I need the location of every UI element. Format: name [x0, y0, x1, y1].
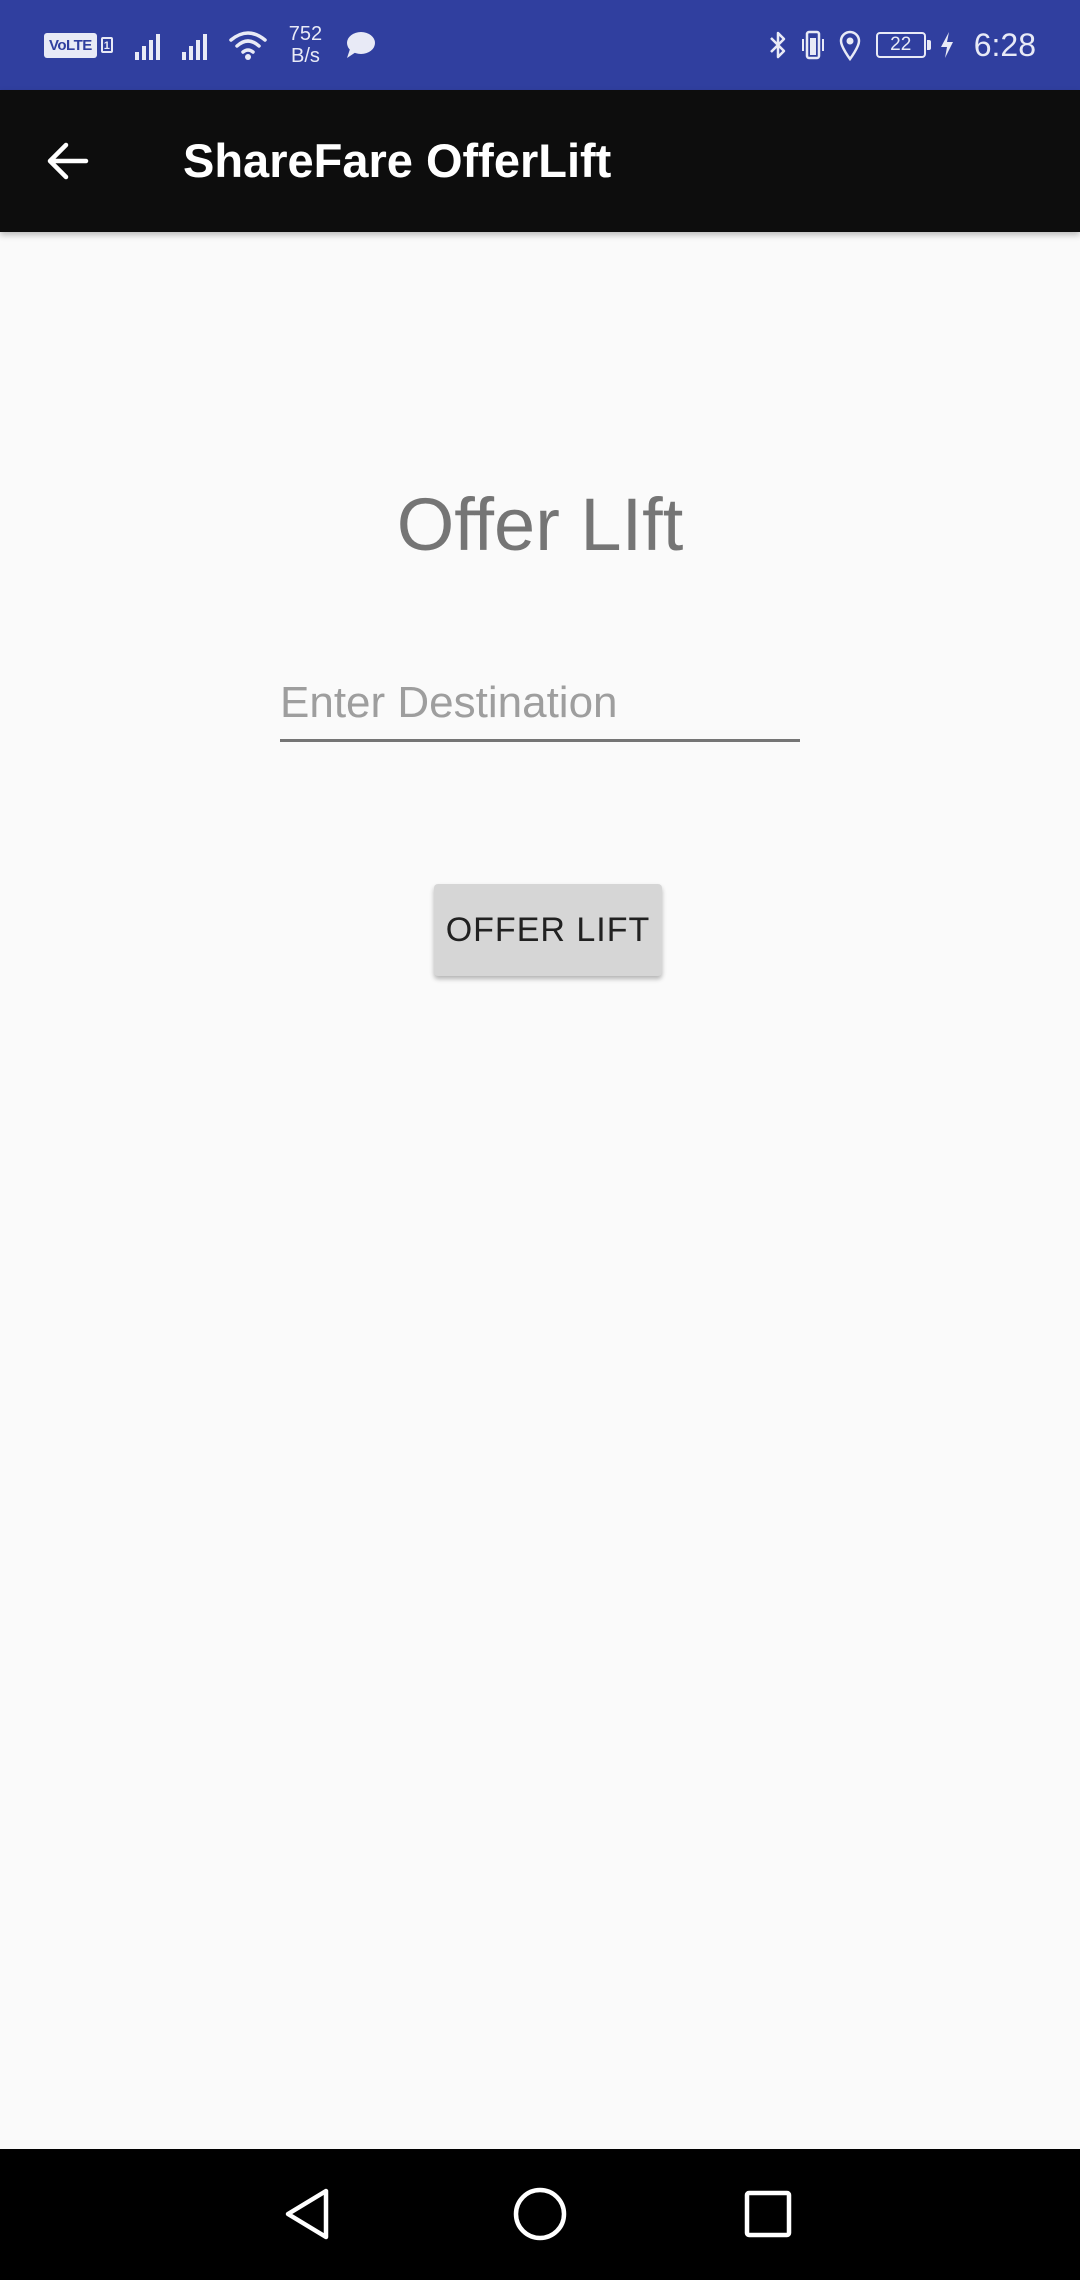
status-time: 6:28 — [973, 26, 1036, 63]
home-circle-icon — [513, 2187, 567, 2241]
recents-square-icon — [744, 2190, 792, 2238]
location-icon — [839, 30, 860, 61]
volte-icon: VoLTE 1 — [44, 32, 113, 58]
status-bar-right: 22 6:28 — [768, 0, 1036, 90]
app-bar: ShareFare OfferLift — [0, 90, 1080, 232]
nav-back-button[interactable] — [268, 2174, 348, 2254]
back-button[interactable] — [28, 121, 108, 201]
app-title: ShareFare OfferLift — [183, 134, 612, 187]
charging-icon — [940, 32, 953, 58]
message-icon — [347, 32, 376, 58]
bluetooth-icon — [769, 31, 785, 59]
back-triangle-icon — [285, 2188, 329, 2240]
status-bar-left: VoLTE 1 752 B/s — [44, 0, 376, 90]
nav-home-button[interactable] — [500, 2174, 580, 2254]
net-speed-unit: B/s — [291, 45, 320, 67]
status-bar: VoLTE 1 752 B/s 22 6:28 — [0, 0, 1080, 90]
nav-recents-button[interactable] — [728, 2174, 808, 2254]
destination-field — [280, 672, 800, 744]
arrow-left-icon — [47, 142, 89, 180]
offer-lift-button[interactable]: OFFER LIFT — [434, 884, 662, 976]
wifi-icon — [229, 31, 267, 60]
volte-label: VoLTE — [44, 32, 97, 58]
sim-index: 1 — [100, 37, 113, 53]
battery-level: 22 — [890, 34, 912, 55]
navigation-bar — [0, 2149, 1080, 2280]
network-speed: 752 B/s — [289, 23, 322, 67]
signal-icon — [134, 30, 160, 60]
page-heading: Offer LIft — [396, 483, 684, 566]
destination-input[interactable] — [280, 672, 800, 742]
signal-icon — [181, 30, 207, 60]
net-speed-value: 752 — [288, 23, 323, 45]
vibrate-icon — [801, 30, 824, 60]
main-content: Offer LIft OFFER LIFT — [0, 232, 1080, 2149]
battery-icon: 22 — [875, 32, 931, 58]
